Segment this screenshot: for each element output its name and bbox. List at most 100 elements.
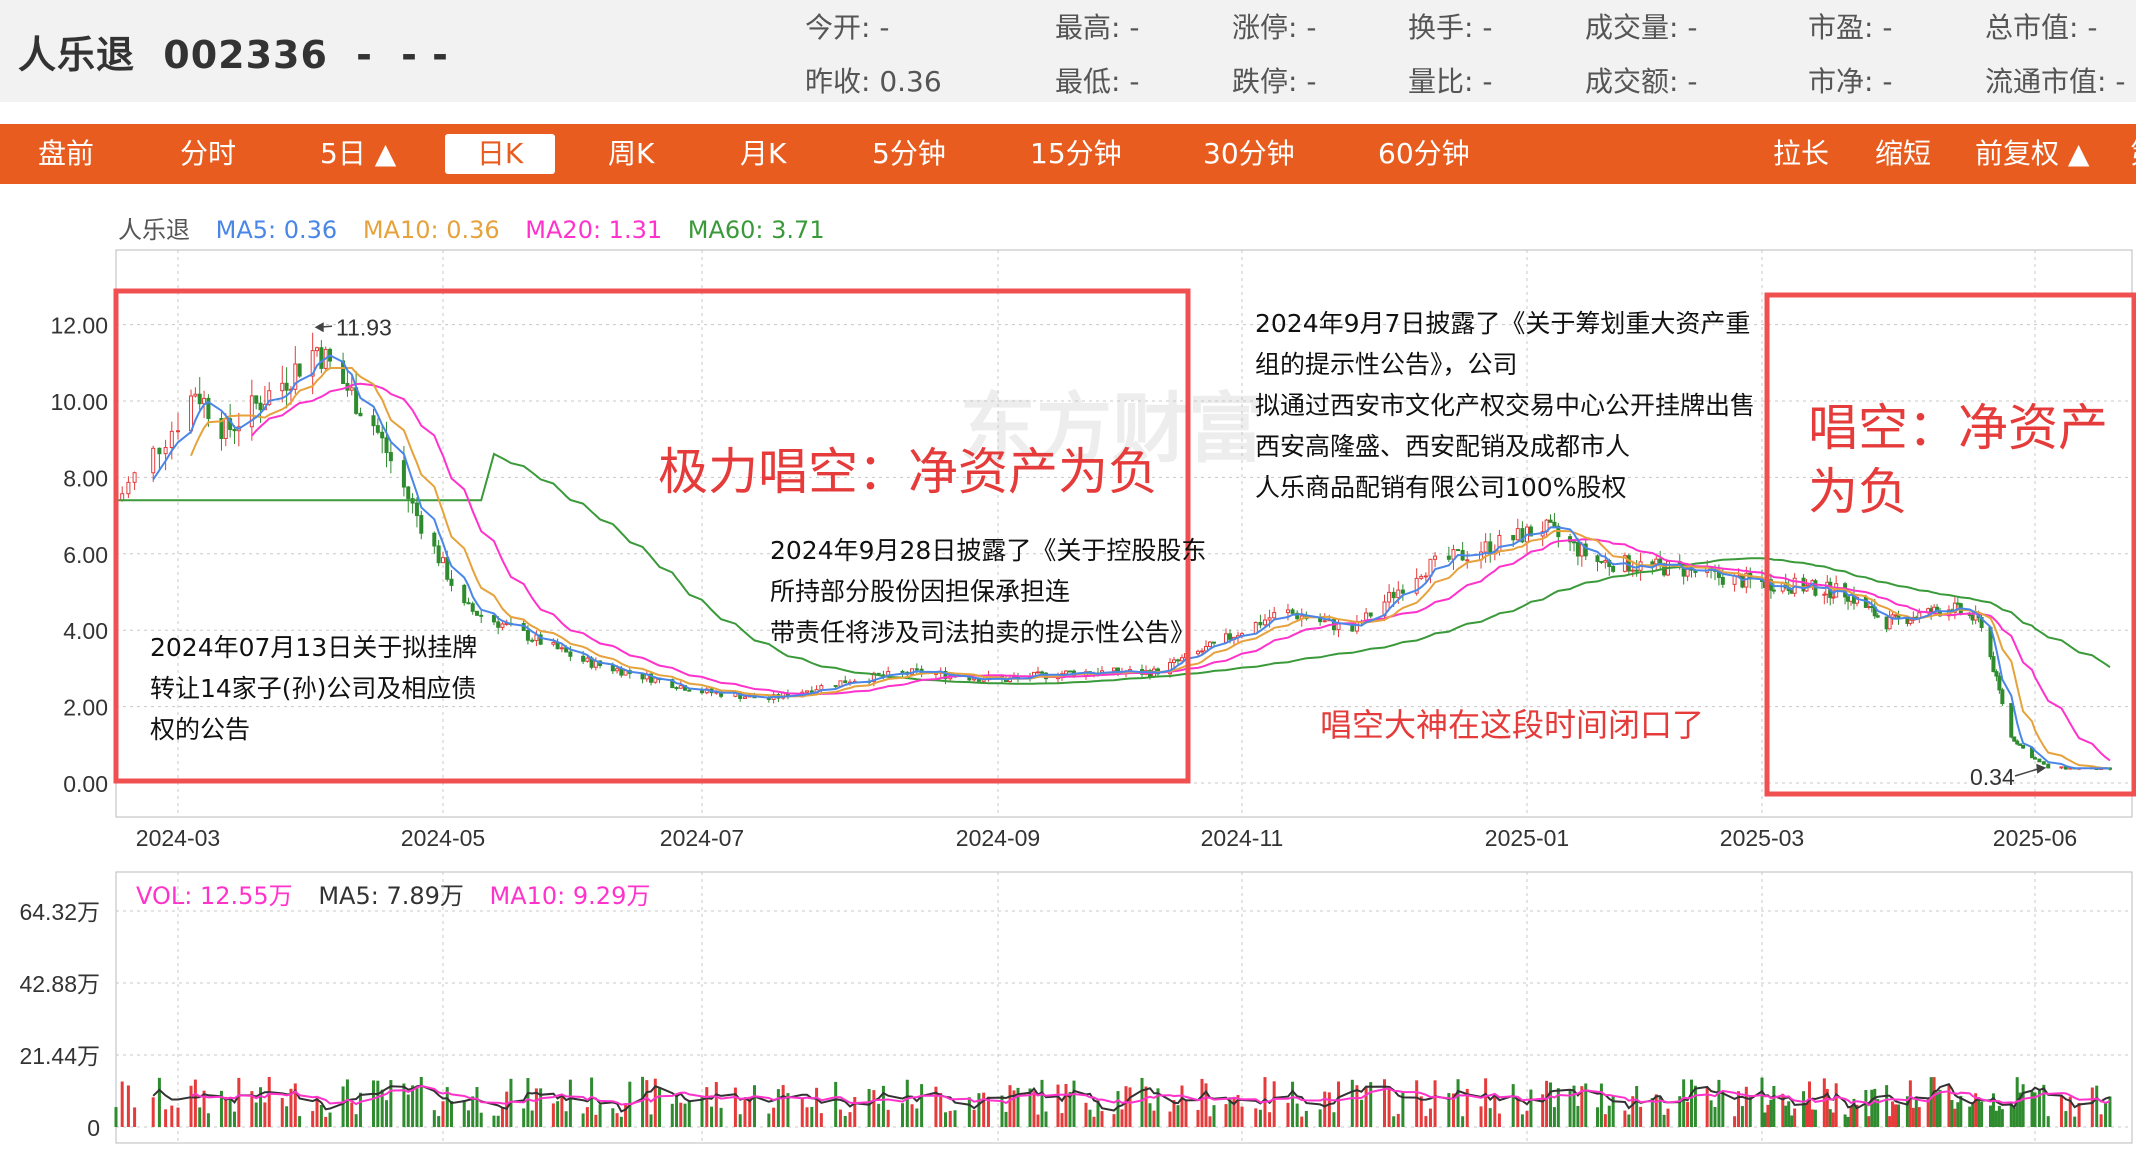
volume-bar bbox=[781, 1085, 785, 1127]
candle-body bbox=[1258, 621, 1263, 626]
candle-body bbox=[585, 657, 590, 662]
volume-bar bbox=[872, 1090, 876, 1127]
candle-body bbox=[843, 680, 848, 684]
volume-bar bbox=[1092, 1116, 1096, 1127]
volume-bar bbox=[1552, 1107, 1556, 1127]
candle-body bbox=[2046, 763, 2051, 769]
volume-bar bbox=[1763, 1112, 1767, 1127]
y-tick-label: 10.00 bbox=[50, 389, 108, 415]
candle-body bbox=[132, 472, 137, 483]
volume-bar bbox=[237, 1077, 241, 1127]
volume-bar bbox=[1831, 1112, 1835, 1127]
candle-body bbox=[674, 687, 679, 690]
volume-bar bbox=[1208, 1116, 1212, 1127]
candle-body bbox=[1552, 521, 1557, 527]
x-tick-label: 2024-07 bbox=[660, 825, 744, 851]
volume-tick-label: 64.32万 bbox=[19, 899, 100, 925]
volume-bar bbox=[2104, 1102, 2108, 1127]
volume-bar bbox=[1654, 1094, 1658, 1127]
min-arrowhead bbox=[2036, 763, 2047, 774]
volume-bar bbox=[1805, 1102, 1809, 1127]
y-tick-label: 12.00 bbox=[50, 313, 108, 339]
volume-bar bbox=[1769, 1099, 1773, 1127]
volume-bar bbox=[1461, 1116, 1465, 1127]
volume-bar bbox=[819, 1113, 823, 1127]
volume-bar bbox=[1790, 1115, 1794, 1127]
volume-bar bbox=[254, 1102, 258, 1127]
candle-body bbox=[1290, 609, 1295, 614]
candle-body bbox=[414, 502, 419, 517]
candle-body bbox=[819, 685, 824, 691]
volume-bar bbox=[385, 1100, 389, 1127]
volume-bar bbox=[560, 1095, 564, 1127]
volume-bar bbox=[1060, 1113, 1064, 1127]
volume-bar bbox=[805, 1107, 809, 1127]
volume-bar bbox=[1682, 1079, 1686, 1127]
candle-body bbox=[1511, 534, 1516, 541]
volume-bar bbox=[1350, 1079, 1354, 1127]
volume-bar bbox=[598, 1104, 602, 1127]
volume-bar bbox=[1493, 1094, 1497, 1127]
volume-bar bbox=[615, 1113, 619, 1127]
volume-bar bbox=[522, 1108, 526, 1127]
candle-body bbox=[315, 347, 320, 352]
candle-body bbox=[163, 447, 168, 455]
volume-bar bbox=[1088, 1109, 1092, 1127]
volume-bar bbox=[285, 1106, 289, 1127]
volume-bar bbox=[1713, 1106, 1717, 1127]
candle-body bbox=[258, 402, 263, 411]
note-sep28-line-1: 2024年9月28日披露了《关于控股股东 bbox=[770, 536, 1207, 565]
volume-tick-label: 21.44万 bbox=[19, 1043, 100, 1069]
volume-bar bbox=[1152, 1110, 1156, 1127]
candle-body bbox=[474, 610, 479, 616]
volume-bar bbox=[1596, 1107, 1599, 1127]
candle-body bbox=[401, 460, 406, 488]
volume-bar bbox=[1733, 1116, 1737, 1127]
candle-body bbox=[525, 629, 530, 641]
volume-bar bbox=[714, 1082, 718, 1127]
volume-bar bbox=[1124, 1086, 1128, 1127]
volume-bar bbox=[263, 1102, 267, 1127]
volume-bar bbox=[341, 1086, 345, 1127]
annotation-note-sep7: 2024年9月7日披露了《关于筹划重大资产重 组的提示性公告》，公司 拟通过西安… bbox=[1255, 303, 1755, 508]
volume-bar bbox=[1935, 1092, 1939, 1127]
volume-bar bbox=[462, 1100, 466, 1127]
candle-body bbox=[1446, 555, 1451, 560]
volume-bar bbox=[1666, 1108, 1670, 1127]
volume-bar bbox=[328, 1112, 332, 1127]
x-tick-label: 2024-09 bbox=[956, 825, 1040, 851]
volume-bar bbox=[1040, 1079, 1044, 1127]
volume-bar bbox=[324, 1116, 328, 1127]
note-sep28-line-3: 带责任将涉及司法拍卖的提示性公告》 bbox=[770, 618, 1196, 647]
volume-bar bbox=[1953, 1108, 1957, 1127]
candle-body bbox=[1396, 589, 1401, 599]
volume-bar bbox=[1802, 1091, 1806, 1127]
volume-bar bbox=[120, 1081, 124, 1127]
candle-body bbox=[1423, 575, 1428, 578]
candle-body bbox=[1180, 657, 1184, 662]
volume-bar bbox=[767, 1113, 771, 1127]
volume-bar bbox=[466, 1110, 470, 1127]
candle-body bbox=[678, 685, 683, 689]
volume-bar bbox=[500, 1107, 504, 1127]
volume-bar bbox=[877, 1103, 881, 1127]
volume-bar bbox=[530, 1110, 534, 1127]
volume-bar bbox=[1717, 1079, 1721, 1127]
volume-bar bbox=[1056, 1084, 1060, 1127]
candle-body bbox=[441, 557, 445, 564]
candle-body bbox=[833, 685, 838, 688]
candle-body bbox=[1368, 612, 1373, 617]
annotation-left-red: 极力唱空：净资产为负 bbox=[658, 443, 1158, 501]
candle-body bbox=[297, 363, 302, 377]
candle-body bbox=[914, 668, 919, 671]
annotation-right-red-line-2: 为负 bbox=[1808, 463, 1908, 521]
volume-bar bbox=[1977, 1096, 1981, 1127]
volume-bar bbox=[1144, 1086, 1148, 1127]
candle-body bbox=[189, 395, 194, 432]
volume-bar bbox=[133, 1107, 137, 1127]
volume-bar bbox=[1956, 1102, 1960, 1127]
volume-bar bbox=[1545, 1080, 1549, 1127]
candle-body bbox=[284, 382, 289, 391]
candle-body bbox=[1771, 589, 1776, 592]
volume-bar bbox=[1968, 1106, 1972, 1127]
